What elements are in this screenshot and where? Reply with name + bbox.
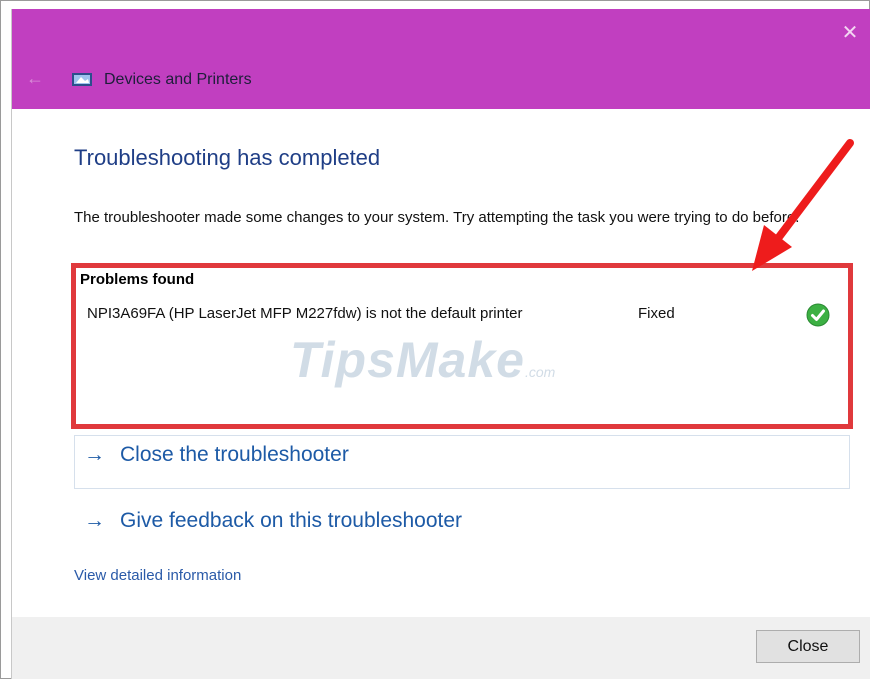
red-arrow-annotation bbox=[752, 139, 854, 271]
close-troubleshooter-link[interactable]: → Close the troubleshooter bbox=[84, 443, 349, 467]
give-feedback-label: Give feedback on this troubleshooter bbox=[120, 509, 463, 532]
view-detailed-information-link[interactable]: View detailed information bbox=[74, 567, 241, 584]
window-title: Devices and Printers bbox=[104, 71, 252, 88]
close-button[interactable]: Close bbox=[756, 630, 860, 663]
footer-bar bbox=[12, 617, 870, 679]
troubleshooter-window: ✕ ← Devices and Printers Troubleshooting… bbox=[11, 9, 870, 679]
give-feedback-link[interactable]: → Give feedback on this troubleshooter bbox=[84, 509, 462, 533]
title-bar: ✕ ← Devices and Printers bbox=[12, 9, 870, 109]
arrow-right-icon: → bbox=[84, 443, 105, 466]
screenshot-frame: ✕ ← Devices and Printers Troubleshooting… bbox=[0, 0, 870, 679]
arrow-right-icon: → bbox=[84, 509, 105, 532]
back-arrow-icon[interactable]: ← bbox=[26, 69, 44, 87]
page-heading: Troubleshooting has completed bbox=[74, 145, 381, 170]
close-troubleshooter-label: Close the troubleshooter bbox=[120, 443, 349, 466]
close-icon[interactable]: ✕ bbox=[838, 21, 862, 45]
devices-printers-icon bbox=[72, 73, 92, 86]
